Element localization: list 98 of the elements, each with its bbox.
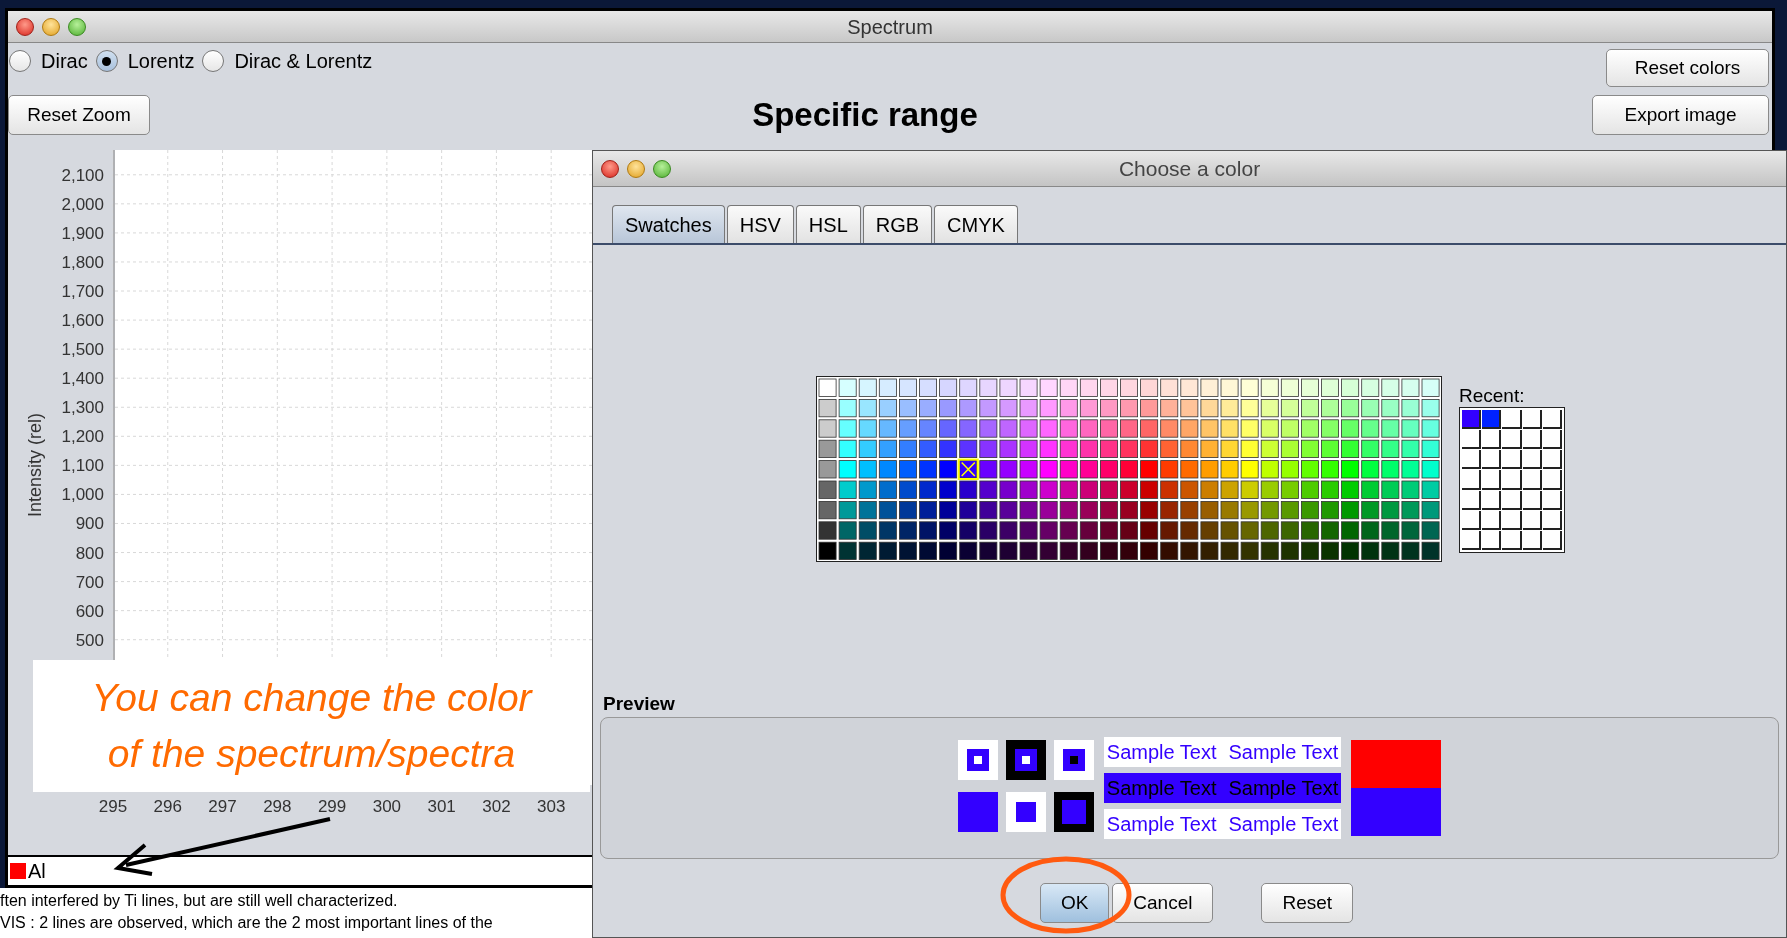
- zoom-button[interactable]: [68, 17, 86, 36]
- recent-swatch: [1482, 530, 1502, 550]
- x-tick-label: 296: [153, 797, 182, 816]
- y-tick-label: 1,700: [61, 282, 104, 301]
- y-tick-label: 1,200: [61, 427, 104, 447]
- recent-swatch: [1462, 450, 1482, 470]
- y-tick-label: 1,800: [61, 252, 104, 272]
- recent-swatch: [1502, 510, 1522, 530]
- y-tick-label: 900: [75, 514, 104, 534]
- recent-swatch: [1522, 430, 1542, 450]
- radio-option[interactable]: Lorentz: [95, 46, 195, 76]
- recent-swatch[interactable]: [1482, 410, 1502, 430]
- y-tick-label: 1,100: [61, 456, 104, 476]
- reset-zoom-button[interactable]: Reset Zoom: [8, 95, 150, 135]
- tab[interactable]: RGB: [862, 205, 933, 243]
- x-tick-label: 298: [263, 797, 292, 816]
- annotation-text: You can change the color of the spectrum/spectra: [90, 675, 534, 777]
- zoom-button[interactable]: [653, 159, 671, 178]
- y-tick-label: 800: [75, 543, 104, 563]
- y-tick-label: 1,400: [61, 369, 104, 389]
- tab[interactable]: HSV: [726, 205, 794, 243]
- recent-swatch: [1502, 470, 1522, 490]
- sample-text: Sample Text: [1228, 740, 1339, 765]
- recent-swatch: [1522, 410, 1542, 430]
- preview-label: Preview: [603, 693, 675, 715]
- recent-swatch: [1522, 450, 1542, 470]
- recent-swatch: [1482, 430, 1502, 450]
- recent-swatch: [1502, 450, 1522, 470]
- minimize-button[interactable]: [42, 17, 60, 36]
- recent-swatch: [1542, 430, 1562, 450]
- tab[interactable]: CMYK: [934, 205, 1018, 243]
- recent-swatch: [1502, 430, 1522, 450]
- export-image-button[interactable]: Export image: [1592, 95, 1769, 135]
- sample-text: Sample Text: [1228, 812, 1339, 837]
- y-tick-label: 1,500: [61, 340, 104, 360]
- dialog-button[interactable]: Cancel: [1112, 883, 1214, 923]
- recent-swatch: [1482, 450, 1502, 470]
- x-tick-label: 299: [317, 797, 347, 816]
- dialog-button[interactable]: OK: [1039, 883, 1110, 923]
- recent-swatch: [1522, 470, 1542, 490]
- chart-title: Specific range: [752, 95, 978, 136]
- document-text: ften interfered by Ti lines, but are still well characterized.: [0, 891, 399, 911]
- recent-swatch[interactable]: [1462, 410, 1482, 430]
- reset-colors-button[interactable]: Reset colors: [1606, 49, 1769, 87]
- y-tick-label: 1,900: [61, 223, 104, 243]
- dialog-button[interactable]: Reset: [1261, 883, 1354, 923]
- y-tick-label: 500: [75, 630, 104, 650]
- recent-swatch: [1462, 470, 1482, 490]
- recent-swatch: [1542, 530, 1562, 550]
- x-tick-label: 303: [537, 797, 566, 816]
- y-tick-label: 1,600: [61, 311, 104, 331]
- y-tick-label: 1,300: [61, 398, 104, 418]
- recent-swatch: [1462, 430, 1482, 450]
- y-tick-label: 700: [75, 572, 104, 592]
- sample-text: Sample Text: [1228, 776, 1339, 801]
- legend-label: Al: [28, 859, 46, 884]
- document-text: VIS : 2 lines are observed, which are the 2 most important lines of the: [0, 913, 494, 933]
- y-tick-label: 600: [75, 601, 104, 621]
- x-tick-label: 295: [98, 797, 128, 816]
- recent-label: Recent:: [1459, 385, 1526, 407]
- y-tick-label: 2,000: [61, 194, 104, 214]
- recent-swatch: [1462, 490, 1482, 510]
- close-button[interactable]: [16, 17, 34, 36]
- axis-title: Intensity (rel): [25, 413, 45, 517]
- recent-swatch: [1522, 530, 1542, 550]
- recent-swatch: [1502, 490, 1522, 510]
- radio-option[interactable]: Dirac: [9, 46, 88, 76]
- recent-swatch: [1522, 510, 1542, 530]
- x-tick-label: 301: [427, 797, 456, 816]
- y-tick-label: 1,000: [61, 485, 104, 505]
- x-tick-label: 302: [482, 797, 511, 816]
- tab[interactable]: Swatches: [612, 205, 725, 243]
- recent-swatch: [1542, 410, 1562, 430]
- window-title: Spectrum: [847, 14, 933, 40]
- minimize-button[interactable]: [627, 159, 645, 178]
- recent-swatch: [1462, 510, 1482, 530]
- recent-swatch: [1482, 510, 1502, 530]
- dialog-title: Choose a color: [1118, 155, 1261, 182]
- y-tick-label: 2,100: [61, 165, 104, 185]
- recent-swatch: [1542, 450, 1562, 470]
- recent-swatch: [1482, 490, 1502, 510]
- recent-swatch: [1502, 410, 1522, 430]
- sample-text: Sample Text: [1106, 812, 1217, 837]
- close-button[interactable]: [601, 159, 619, 178]
- x-tick-label: 297: [208, 797, 237, 816]
- x-tick-label: 300: [372, 797, 402, 816]
- recent-swatch: [1542, 510, 1562, 530]
- recent-swatch: [1462, 530, 1482, 550]
- recent-swatch: [1542, 470, 1562, 490]
- radio-option[interactable]: Dirac & Lorentz: [202, 46, 373, 76]
- tab[interactable]: HSL: [795, 205, 861, 243]
- swatch-palette-drawing[interactable]: [816, 376, 1442, 562]
- recent-swatch: [1522, 490, 1542, 510]
- recent-swatch: [1542, 490, 1562, 510]
- sample-text: Sample Text: [1106, 776, 1217, 801]
- recent-swatch: [1482, 470, 1502, 490]
- recent-swatch: [1502, 530, 1522, 550]
- sample-text: Sample Text: [1106, 740, 1217, 765]
